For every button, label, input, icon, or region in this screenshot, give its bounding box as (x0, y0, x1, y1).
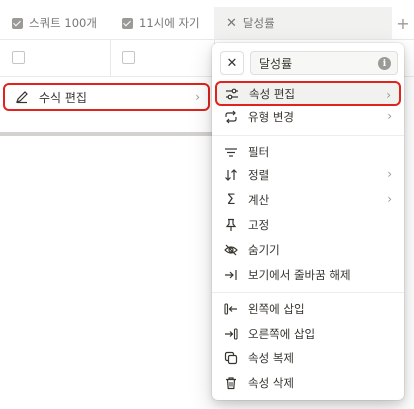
checkbox-type-icon (122, 17, 133, 29)
menu-item-label: 속성 편집 (249, 86, 295, 101)
menu-item-label: 속성 삭제 (248, 375, 294, 390)
menu-item-filter[interactable]: 필터 (216, 139, 400, 164)
menu-item-label: 오른쪽에 삽입 (248, 326, 316, 341)
formula-edit-item[interactable]: 수식 편집 › (3, 83, 210, 111)
pencil-icon (15, 90, 29, 104)
menu-item-label: 고정 (248, 217, 270, 232)
column-header-sleep[interactable]: 11시에 자기 (110, 7, 214, 39)
menu-item-sort[interactable]: 정렬 › (216, 162, 400, 187)
menu-item-insert-left[interactable]: 왼쪽에 삽입 (216, 296, 400, 321)
menu-item-unwrap[interactable]: 보기에서 줄바꿈 해제 (216, 262, 400, 287)
menu-item-label: 왼쪽에 삽입 (248, 301, 305, 316)
column-header-label: 달성률 (242, 16, 275, 30)
menu-item-label: 필터 (248, 144, 270, 159)
menu-item-label: 보기에서 줄바꿈 해제 (248, 267, 351, 282)
chevron-right-icon: › (387, 192, 392, 206)
filter-lines-icon (224, 145, 238, 159)
menu-item-calculate[interactable]: Σ 계산 › (216, 187, 400, 212)
property-type-button[interactable]: ✕ (220, 51, 244, 75)
property-name-row: ✕ 달성률 i (220, 51, 398, 77)
formula-x-icon: ✕ (226, 55, 238, 71)
wrap-arrow-icon (224, 268, 238, 282)
sliders-icon (225, 87, 239, 101)
insert-right-icon (224, 327, 238, 341)
chevron-right-icon: › (387, 167, 392, 181)
row-checkbox[interactable] (12, 51, 25, 64)
menu-item-change-type[interactable]: 유형 변경 › (216, 104, 400, 129)
menu-item-insert-right[interactable]: 오른쪽에 삽입 (216, 321, 400, 346)
cycle-arrows-icon (224, 110, 238, 124)
chevron-right-icon: › (195, 90, 200, 104)
formula-edit-label: 수식 편집 (39, 90, 87, 105)
sigma-icon: Σ (226, 191, 236, 208)
divider (0, 132, 220, 136)
formula-x-icon: ✕ (226, 15, 237, 31)
property-name-value: 달성률 (259, 56, 293, 71)
menu-item-label: 계산 (248, 192, 270, 207)
eye-off-icon (224, 243, 238, 257)
menu-divider (212, 292, 404, 293)
duplicate-icon (224, 351, 238, 365)
sort-arrows-icon (224, 168, 238, 182)
row-checkbox[interactable] (122, 51, 135, 64)
column-header-label: 11시에 자기 (139, 16, 200, 30)
table-header: 스쿼트 100개 11시에 자기 ✕ 달성률 + (0, 7, 414, 39)
chevron-right-icon: › (386, 88, 391, 102)
pin-icon (224, 218, 238, 232)
info-icon[interactable]: i (378, 57, 391, 70)
trash-icon (224, 376, 238, 390)
menu-item-delete[interactable]: 속성 삭제 (216, 370, 400, 395)
menu-divider (212, 135, 404, 136)
property-name-input[interactable]: 달성률 i (250, 51, 398, 75)
add-column-button[interactable]: + (392, 7, 414, 39)
column-header-label: 스쿼트 100개 (29, 16, 97, 30)
chevron-right-icon: › (387, 109, 392, 123)
menu-item-label: 유형 변경 (248, 109, 294, 124)
property-menu: ✕ 달성률 i 속성 편집 › 유형 변경 › 필터 정렬 › Σ 계산 › 고… (212, 43, 404, 400)
divider (110, 40, 111, 76)
insert-left-icon (224, 302, 238, 316)
menu-item-duplicate[interactable]: 속성 복제 (216, 345, 400, 370)
menu-item-label: 숨기기 (248, 242, 280, 257)
column-header-squat[interactable]: 스쿼트 100개 (0, 7, 110, 39)
menu-item-pin[interactable]: 고정 (216, 212, 400, 237)
menu-item-edit-property[interactable]: 속성 편집 › (215, 81, 401, 106)
checkbox-type-icon (12, 17, 23, 29)
column-header-achievement[interactable]: ✕ 달성률 (214, 7, 392, 39)
menu-item-label: 속성 복제 (248, 350, 294, 365)
menu-item-hide[interactable]: 숨기기 (216, 237, 400, 262)
menu-item-label: 정렬 (248, 167, 270, 182)
